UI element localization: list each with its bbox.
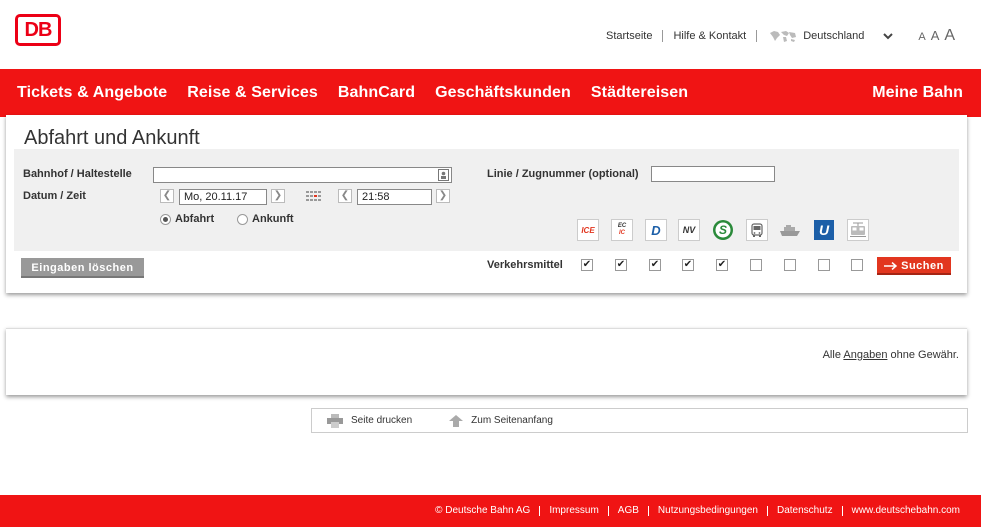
address-book-icon[interactable] [438, 169, 449, 181]
link-startseite[interactable]: Startseite [590, 30, 664, 42]
link-hilfe-kontakt[interactable]: Hilfe & Kontakt [663, 30, 758, 42]
radio-arrival[interactable]: Ankunft [237, 213, 294, 225]
datetime-label: Datum / Zeit [23, 190, 86, 202]
u-bahn-icon: U [813, 219, 835, 241]
footer-impressum[interactable]: Impressum [539, 506, 607, 516]
footer: © Deutsche Bahn AG Impressum AGB Nutzung… [0, 495, 981, 527]
checkbox-d[interactable]: ✔ [649, 259, 661, 271]
db-logo[interactable]: DB [15, 14, 61, 46]
ferry-icon [779, 219, 801, 241]
search-button[interactable]: Suchen [877, 257, 951, 275]
line-input[interactable] [651, 166, 775, 182]
svg-text:U: U [819, 222, 830, 238]
nav-geschaeftskunden[interactable]: Geschäftskunden [435, 84, 571, 102]
checkbox-s-bahn[interactable]: ✔ [716, 259, 728, 271]
country-selector[interactable]: Deutschland [757, 29, 894, 43]
checkbox-bus[interactable] [750, 259, 762, 271]
radio-departure-dot[interactable] [160, 213, 171, 225]
checkbox-ec-ic[interactable]: ✔ [615, 259, 627, 271]
date-input[interactable] [179, 189, 267, 205]
nav-tickets-angebote[interactable]: Tickets & Angebote [17, 84, 167, 102]
station-input[interactable] [153, 167, 452, 183]
main-navigation: Tickets & Angebote Reise & Services Bahn… [0, 69, 981, 117]
search-form: Bahnhof / Haltestelle Datum / Zeit ❮ ❯ ❮… [14, 149, 959, 271]
arrow-right-icon [884, 262, 898, 271]
nav-meine-bahn[interactable]: Meine Bahn [872, 84, 963, 102]
radio-departure[interactable]: Abfahrt [160, 213, 214, 225]
footer-nutzungsbedingungen[interactable]: Nutzungsbedingungen [647, 506, 767, 516]
time-next-button[interactable]: ❯ [436, 189, 450, 203]
checkbox-ferry[interactable] [784, 259, 796, 271]
back-to-top-label: Zum Seitenanfang [471, 415, 553, 426]
page-tools: Seite drucken Zum Seitenanfang [311, 408, 968, 433]
ice-icon: ICE [577, 219, 599, 241]
time-input[interactable] [357, 189, 432, 205]
nav-reise-services[interactable]: Reise & Services [187, 84, 318, 102]
tram-icon [847, 219, 869, 241]
disclaimer: Alle Angaben ohne Gewähr. [822, 349, 959, 361]
nv-icon: NV [678, 219, 700, 241]
line-label: Linie / Zugnummer (optional) [487, 168, 639, 180]
departure-arrival-panel: Abfahrt und Ankunft Bahnhof / Haltestell… [6, 115, 967, 293]
nav-staedtereisen[interactable]: Städtereisen [591, 84, 688, 102]
info-panel: Alle Angaben ohne Gewähr. [6, 328, 967, 395]
footer-copyright[interactable]: © Deutsche Bahn AG [426, 506, 539, 516]
disclaimer-link[interactable]: Angaben [843, 349, 887, 361]
d-train-icon: D [645, 219, 667, 241]
station-label: Bahnhof / Haltestelle [23, 168, 132, 180]
font-size-large[interactable]: A [944, 27, 955, 45]
checkbox-tram[interactable] [851, 259, 863, 271]
logo-text: DB [24, 19, 53, 41]
nav-bahncard[interactable]: BahnCard [338, 84, 415, 102]
transport-label: Verkehrsmittel [487, 259, 563, 271]
radio-arrival-dot[interactable] [237, 213, 248, 225]
country-label: Deutschland [803, 30, 865, 42]
bus-icon [746, 219, 768, 241]
footer-deutschebahn-com[interactable]: www.deutschebahn.com [841, 506, 969, 516]
clear-inputs-button[interactable]: Eingaben löschen [21, 258, 144, 278]
printer-icon [327, 413, 343, 428]
font-size-medium[interactable]: A [931, 28, 940, 43]
time-prev-button[interactable]: ❮ [338, 189, 352, 203]
top-navigation: Startseite Hilfe & Kontakt Deutschland A… [590, 27, 971, 45]
calendar-icon[interactable] [306, 191, 322, 203]
page-title: Abfahrt und Ankunft [24, 127, 200, 149]
s-bahn-icon: S [712, 219, 734, 241]
checkbox-ice[interactable]: ✔ [581, 259, 593, 271]
chevron-down-icon[interactable] [882, 31, 894, 41]
radio-departure-label: Abfahrt [175, 213, 215, 225]
print-page-label: Seite drucken [351, 415, 413, 426]
world-map-icon [770, 31, 797, 42]
font-size-small[interactable]: A [918, 31, 925, 43]
checkbox-u-bahn[interactable] [818, 259, 830, 271]
footer-agb[interactable]: AGB [607, 506, 648, 516]
back-to-top-link[interactable]: Zum Seitenanfang [449, 414, 553, 427]
arrow-up-icon [449, 414, 464, 427]
print-page-link[interactable]: Seite drucken [327, 413, 413, 428]
search-button-label: Suchen [901, 260, 944, 272]
checkbox-nv[interactable]: ✔ [682, 259, 694, 271]
radio-arrival-label: Ankunft [252, 213, 294, 225]
ec-ic-icon: EC IC [611, 219, 633, 241]
date-next-button[interactable]: ❯ [271, 189, 285, 203]
svg-text:S: S [719, 223, 727, 237]
font-size-controls: A A A [918, 27, 955, 45]
date-prev-button[interactable]: ❮ [160, 189, 174, 203]
footer-datenschutz[interactable]: Datenschutz [767, 506, 842, 516]
